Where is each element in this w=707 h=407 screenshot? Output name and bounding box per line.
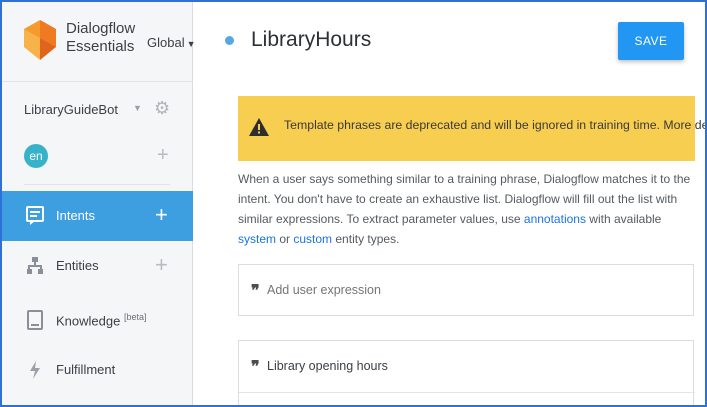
add-intent-icon[interactable]: + xyxy=(155,202,168,228)
sidebar-divider xyxy=(24,184,170,185)
main-content: Template phrases are deprecated and will… xyxy=(194,82,705,405)
custom-link[interactable]: custom xyxy=(293,232,332,246)
add-expression-input[interactable] xyxy=(267,283,667,297)
knowledge-icon xyxy=(27,310,43,330)
warning-icon xyxy=(249,118,269,136)
agent-name: LibraryGuideBot xyxy=(24,102,118,117)
sidebar-item-label: Knowledge [beta] xyxy=(56,312,146,328)
agent-selector[interactable]: LibraryGuideBot ▼ ⚙ xyxy=(2,94,193,124)
sidebar-item-label: Entities xyxy=(56,258,99,273)
dialogflow-logo-icon xyxy=(24,20,56,60)
quote-icon: ❞ xyxy=(251,281,260,300)
expression-text[interactable]: Library opening hours xyxy=(267,359,388,373)
knowledge-label: Knowledge xyxy=(56,313,121,329)
intent-priority-dot[interactable] xyxy=(225,36,234,45)
region-selector[interactable]: Global ▼ xyxy=(147,35,196,50)
sidebar-item-fulfillment[interactable]: Fulfillment xyxy=(2,345,193,395)
expression-list: ❞ Library opening hours xyxy=(238,340,695,405)
beta-badge: [beta] xyxy=(123,312,147,322)
desc-part4: entity types. xyxy=(332,232,400,246)
lightning-icon xyxy=(30,361,40,379)
gear-icon[interactable]: ⚙ xyxy=(154,98,170,119)
entities-icon xyxy=(27,257,43,274)
brand-name-line1: Dialogflow xyxy=(66,20,136,37)
annotations-link[interactable]: annotations xyxy=(524,212,586,226)
region-label: Global xyxy=(147,35,185,50)
brand-name: Dialogflow Essentials xyxy=(66,20,135,56)
system-link[interactable]: system xyxy=(238,232,276,246)
app-frame: Dialogflow Essentials Global ▼ LibraryGui… xyxy=(0,0,707,407)
save-button[interactable]: SAVE xyxy=(618,22,684,60)
add-entity-icon[interactable]: + xyxy=(155,252,168,278)
sidebar-item-label: Intents xyxy=(56,208,96,223)
sidebar-item-entities[interactable]: Entities + xyxy=(2,241,193,291)
sidebar-item-intents[interactable]: Intents + xyxy=(2,191,193,241)
caret-down-icon[interactable]: ▼ xyxy=(133,103,142,113)
sidebar-item-label: Fulfillment xyxy=(56,362,116,377)
language-row: en + xyxy=(2,142,193,172)
warning-text: Template phrases are deprecated and will… xyxy=(284,118,707,132)
desc-part3: or xyxy=(276,232,294,246)
intent-header: LibraryHours SAVE xyxy=(194,2,705,82)
training-phrases-description: When a user says something similar to a … xyxy=(238,169,698,249)
warning-message: Template phrases are deprecated and will… xyxy=(284,118,707,132)
brand-name-line2: Essentials xyxy=(66,38,135,55)
sidebar-item-knowledge[interactable]: Knowledge [beta] xyxy=(2,295,193,345)
intents-icon xyxy=(26,206,44,225)
page-title[interactable]: LibraryHours xyxy=(251,28,371,52)
expression-row[interactable]: ❞ Library opening hours xyxy=(239,341,695,393)
add-expression-box: ❞ xyxy=(238,264,694,316)
brand-header: Dialogflow Essentials Global ▼ xyxy=(2,2,196,82)
sidebar: Dialogflow Essentials Global ▼ LibraryGui… xyxy=(2,2,196,405)
add-language-icon[interactable]: + xyxy=(157,144,169,167)
deprecation-warning: Template phrases are deprecated and will… xyxy=(238,96,705,161)
language-badge[interactable]: en xyxy=(24,144,48,168)
quote-icon: ❞ xyxy=(251,357,260,376)
desc-part2: with available xyxy=(585,212,662,226)
